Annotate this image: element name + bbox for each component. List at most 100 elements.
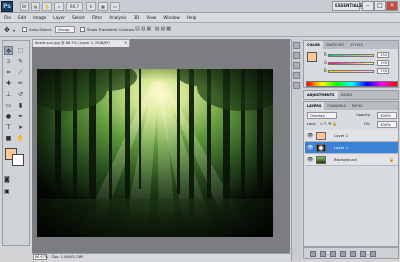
color-spectrum-bar[interactable]	[306, 81, 398, 87]
menu-3d[interactable]: 3D	[134, 15, 140, 20]
move-tool-icon[interactable]: ✥	[4, 26, 10, 34]
pen-tool-button[interactable]: ✒	[16, 112, 25, 121]
menu-edit[interactable]: Edit	[18, 15, 26, 20]
tab-styles[interactable]: STYLES	[347, 41, 365, 49]
move-tool-button[interactable]: ✥	[4, 46, 13, 55]
blue-value-field[interactable]: 155	[377, 68, 389, 74]
layer-row-background[interactable]: 👁 Background 🔒	[305, 154, 398, 166]
menu-bar: File Edit Image Layer Select Filter Anal…	[0, 13, 400, 23]
tab-paths[interactable]: PATHS	[349, 102, 366, 110]
hand-tool-button[interactable]: ✋	[16, 134, 25, 143]
zoom-view-button[interactable]: ⌕	[54, 2, 64, 11]
slider-red[interactable]: R 254	[324, 52, 398, 58]
layer-row-layer-1[interactable]: 👁 Layer 1	[305, 142, 398, 154]
rotate-view-button[interactable]: ↻	[86, 2, 96, 11]
menu-help[interactable]: Help	[187, 15, 197, 20]
hand-view-button[interactable]: ✋	[42, 2, 52, 11]
new-group-icon[interactable]	[350, 251, 356, 257]
tab-masks[interactable]: MASKS	[338, 91, 356, 99]
marquee-tool-button[interactable]: ⬚	[16, 46, 25, 55]
lasso-tool-button[interactable]: ↄ	[4, 57, 13, 66]
type-tool-button[interactable]: T	[4, 123, 13, 132]
dodge-tool-button[interactable]: ●	[4, 112, 13, 121]
green-value-field[interactable]: 199	[377, 60, 389, 66]
opacity-field[interactable]: 100%	[377, 112, 397, 119]
new-layer-icon[interactable]	[360, 251, 366, 257]
path-select-tool-button[interactable]: ➤	[16, 123, 25, 132]
document-info[interactable]: Doc: 1.04M/3.74M	[52, 254, 83, 260]
close-button[interactable]: ×	[386, 1, 398, 11]
maximize-button[interactable]: □	[374, 1, 386, 11]
delete-layer-icon[interactable]	[370, 251, 376, 257]
tab-layers[interactable]: LAYERS	[304, 102, 325, 110]
menu-window[interactable]: Window	[163, 15, 180, 20]
adjustments-panel: ADJUSTMENTS MASKS	[303, 90, 399, 100]
clone-stamp-tool-button[interactable]: ⊥	[4, 90, 13, 99]
menu-filter[interactable]: Filter	[92, 15, 102, 20]
eyedropper-tool-button[interactable]: ⟋	[16, 68, 25, 77]
show-transform-checkbox[interactable]	[80, 27, 85, 32]
collapsed-panel-strip	[291, 39, 302, 261]
brush-tool-button[interactable]: ✏	[16, 79, 25, 88]
healing-brush-tool-button[interactable]: ✚	[4, 79, 13, 88]
document-canvas[interactable]	[37, 69, 273, 237]
menu-select[interactable]: Select	[72, 15, 85, 20]
layers-panel: LAYERS CHANNELS PATHS Overlay Opacity: 1…	[303, 101, 399, 247]
quick-select-tool-button[interactable]: ✎	[16, 57, 25, 66]
bridge-button[interactable]: Br	[20, 2, 29, 11]
tool-preset-chevron-icon[interactable]: ▾	[13, 28, 15, 33]
tab-channels[interactable]: CHANNELS	[324, 102, 349, 110]
mini-bridge-button[interactable]: ▤	[31, 2, 40, 11]
slider-blue[interactable]: B 155	[324, 68, 398, 74]
align-buttons-group[interactable]: ▤▥▦ ▧▨▩	[135, 26, 195, 33]
document-tab[interactable]: forest-sun.jpg @ 66.7% (Layer 1, RGB/8*)	[32, 39, 130, 47]
history-icon[interactable]	[293, 42, 300, 49]
auto-select-label: Auto-Select:	[29, 27, 53, 32]
tab-color[interactable]: COLOR	[304, 41, 323, 49]
document-tab-close-icon[interactable]: ×	[124, 40, 127, 45]
character-icon[interactable]	[293, 72, 300, 79]
add-mask-icon[interactable]	[330, 251, 336, 257]
screen-mode-button[interactable]: ▭	[110, 2, 120, 11]
zoom-field[interactable]: 66.67%	[33, 254, 48, 260]
actions-icon[interactable]	[293, 52, 300, 59]
minimize-button[interactable]: –	[362, 1, 374, 11]
fill-field[interactable]: 100%	[377, 121, 397, 128]
eye-icon[interactable]: 👁	[307, 145, 313, 151]
eye-icon[interactable]: 👁	[307, 133, 313, 139]
menu-layer[interactable]: Layer	[53, 15, 65, 20]
adjustment-layer-icon[interactable]	[340, 251, 346, 257]
layer-row-layer-2[interactable]: 👁 Layer 2	[305, 130, 398, 142]
link-layers-icon[interactable]	[310, 251, 316, 257]
info-icon[interactable]	[293, 62, 300, 69]
color-panel-fg-swatch[interactable]	[307, 52, 317, 62]
zoom-level-button[interactable]: 66.7	[66, 2, 83, 11]
blend-mode-dropdown[interactable]: Overlay	[307, 112, 337, 119]
auto-select-checkbox[interactable]	[22, 27, 27, 32]
tab-swatches[interactable]: SWATCHES	[323, 41, 347, 49]
menu-image[interactable]: Image	[33, 15, 46, 20]
auto-select-dropdown[interactable]: Group	[55, 26, 75, 33]
menu-analysis[interactable]: Analysis	[109, 15, 126, 20]
quick-mask-icon[interactable]: ◙	[4, 176, 10, 183]
gradient-tool-button[interactable]: ▮	[16, 101, 25, 110]
menu-view[interactable]: View	[146, 15, 156, 20]
history-brush-tool-button[interactable]: ↺	[16, 90, 25, 99]
eye-icon[interactable]: 👁	[307, 157, 313, 163]
red-value-field[interactable]: 254	[377, 52, 389, 58]
color-panel: COLOR SWATCHES STYLES R 254 G 199 B 155	[303, 40, 399, 88]
crop-tool-button[interactable]: ⌗	[4, 68, 13, 77]
shape-tool-button[interactable]: ■	[4, 134, 13, 143]
layer-style-icon[interactable]	[320, 251, 326, 257]
layer-name: Layer 2	[334, 133, 349, 138]
slider-green[interactable]: G 199	[324, 60, 398, 66]
arrange-documents-button[interactable]: ▦	[98, 2, 108, 11]
paragraph-icon[interactable]	[293, 82, 300, 89]
background-color-swatch[interactable]	[12, 154, 24, 166]
lock-buttons[interactable]: ▫✎✥🔒	[320, 121, 338, 126]
tab-adjustments[interactable]: ADJUSTMENTS	[304, 91, 338, 99]
screen-mode-icon[interactable]: ▣	[4, 188, 10, 195]
workspace-switcher[interactable]: ESSENTIALS	[332, 1, 362, 11]
menu-file[interactable]: File	[4, 15, 11, 20]
eraser-tool-button[interactable]: ▭	[4, 101, 13, 110]
